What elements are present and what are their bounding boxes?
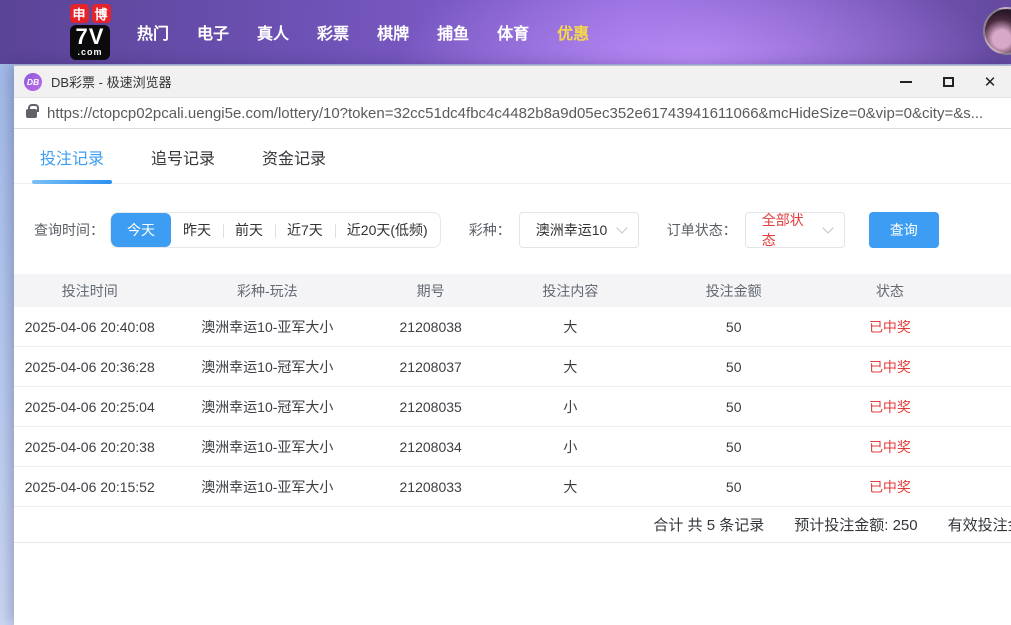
maximize-icon[interactable] — [927, 66, 969, 98]
time-option-today[interactable]: 今天 — [111, 213, 171, 247]
tab-chase-records[interactable]: 追号记录 — [151, 145, 215, 183]
site-navbar: 申 博 7V .com 热门 电子 真人 彩票 棋牌 捕鱼 体育 优惠 — [0, 0, 1011, 64]
cell-bet-time: 2025-04-06 20:25:04 — [14, 399, 166, 415]
cell-bet-content: 大 — [492, 357, 648, 377]
cell-bet-time: 2025-04-06 20:20:38 — [14, 439, 166, 455]
site-logo[interactable]: 申 博 7V .com — [57, 4, 123, 60]
time-filter-group: 今天 昨天 前天 近7天 近20天(低频) — [110, 212, 441, 248]
status-badge: 已中奖 — [819, 477, 961, 497]
logo-badge-shen: 申 — [70, 4, 89, 23]
minimize-icon[interactable] — [885, 66, 927, 98]
nav-item-live[interactable]: 真人 — [257, 20, 289, 44]
summary-row: 合计 共 5 条记录 预计投注金额: 250 有效投注金额: 250 — [14, 507, 1011, 543]
cell-lottery-play: 澳洲幸运10-亚军大小 — [166, 437, 370, 457]
lottery-filter-label: 彩种： — [469, 220, 511, 240]
time-option-last-7-days[interactable]: 近7天 — [275, 213, 335, 247]
cell-bet-amount: 50 — [648, 399, 818, 415]
time-option-day-before[interactable]: 前天 — [223, 213, 275, 247]
order-status-label: 订单状态： — [667, 220, 737, 240]
table-row: 2025-04-06 20:40:08 澳洲幸运10-亚军大小 21208038… — [14, 307, 1011, 347]
url-text[interactable]: https://ctopcp02pcali.uengi5e.com/lotter… — [47, 105, 983, 122]
order-status-select[interactable]: 全部状态 — [745, 212, 845, 248]
bet-records-table: 投注时间 彩种-玩法 期号 投注内容 投注金额 状态 2025-04-06 20… — [14, 274, 1011, 507]
time-option-last-20-days[interactable]: 近20天(低频) — [335, 213, 440, 247]
tab-fund-records[interactable]: 资金记录 — [262, 145, 326, 183]
cell-issue: 21208037 — [369, 359, 492, 375]
table-row: 2025-04-06 20:15:52 澳洲幸运10-亚军大小 21208033… — [14, 467, 1011, 507]
time-filter-label: 查询时间： — [34, 220, 104, 240]
window-title: DB彩票 - 极速浏览器 — [51, 72, 172, 91]
table-row: 2025-04-06 20:36:28 澳洲幸运10-冠军大小 21208037… — [14, 347, 1011, 387]
table-header-row: 投注时间 彩种-玩法 期号 投注内容 投注金额 状态 — [14, 274, 1011, 307]
lottery-select-value: 澳洲幸运10 — [536, 220, 608, 240]
logo-main: 7V .com — [70, 25, 111, 60]
time-option-yesterday[interactable]: 昨天 — [171, 213, 223, 247]
cell-lottery-play: 澳洲幸运10-亚军大小 — [166, 477, 370, 497]
table-row: 2025-04-06 20:25:04 澳洲幸运10-冠军大小 21208035… — [14, 387, 1011, 427]
header-bet-time: 投注时间 — [14, 281, 166, 301]
cell-bet-time: 2025-04-06 20:15:52 — [14, 479, 166, 495]
logo-com-text: .com — [76, 48, 105, 57]
nav-item-promotions[interactable]: 优惠 — [557, 20, 589, 44]
site-menu: 热门 电子 真人 彩票 棋牌 捕鱼 体育 优惠 — [137, 20, 589, 44]
close-icon[interactable]: ✕ — [969, 66, 1011, 98]
tab-bet-records[interactable]: 投注记录 — [40, 145, 104, 183]
status-badge: 已中奖 — [819, 437, 961, 457]
db-favicon-icon: DB — [24, 73, 42, 91]
nav-item-sports[interactable]: 体育 — [497, 20, 529, 44]
cell-bet-time: 2025-04-06 20:36:28 — [14, 359, 166, 375]
filter-row: 查询时间： 今天 昨天 前天 近7天 近20天(低频) 彩种： 澳洲幸运10 订… — [14, 184, 1011, 248]
cell-bet-content: 小 — [492, 397, 648, 417]
cell-lottery-play: 澳洲幸运10-亚军大小 — [166, 317, 370, 337]
lock-icon[interactable] — [26, 109, 37, 118]
summary-expected-amount: 预计投注金额: 250 — [794, 514, 917, 535]
cell-issue: 21208038 — [369, 319, 492, 335]
cell-lottery-play: 澳洲幸运10-冠军大小 — [166, 397, 370, 417]
logo-7v-text: 7V — [76, 26, 105, 48]
chevron-down-icon — [616, 222, 627, 233]
logo-badge-bo: 博 — [92, 4, 111, 23]
cell-bet-content: 大 — [492, 317, 648, 337]
record-tabs: 投注记录 追号记录 资金记录 — [14, 129, 1011, 184]
header-lottery-play: 彩种-玩法 — [166, 281, 370, 301]
header-issue: 期号 — [369, 281, 492, 301]
cell-lottery-play: 澳洲幸运10-冠军大小 — [166, 357, 370, 377]
cell-bet-content: 小 — [492, 437, 648, 457]
cell-bet-amount: 50 — [648, 319, 818, 335]
cell-issue: 21208034 — [369, 439, 492, 455]
cell-bet-amount: 50 — [648, 439, 818, 455]
logo-badges: 申 博 — [70, 4, 111, 23]
header-bet-content: 投注内容 — [492, 281, 648, 301]
cell-bet-time: 2025-04-06 20:40:08 — [14, 319, 166, 335]
summary-valid-amount: 有效投注金额: 250 — [948, 514, 1011, 535]
status-badge: 已中奖 — [819, 357, 961, 377]
summary-total-count: 合计 共 5 条记录 — [653, 514, 764, 535]
cell-issue: 21208035 — [369, 399, 492, 415]
lottery-select[interactable]: 澳洲幸运10 — [519, 212, 639, 248]
nav-item-hot[interactable]: 热门 — [137, 20, 169, 44]
user-avatar[interactable] — [983, 7, 1011, 55]
search-button[interactable]: 查询 — [869, 212, 939, 248]
table-row: 2025-04-06 20:20:38 澳洲幸运10-亚军大小 21208034… — [14, 427, 1011, 467]
window-controls: ✕ — [885, 66, 1011, 98]
chevron-down-icon — [822, 222, 833, 233]
header-bet-amount: 投注金额 — [648, 281, 818, 301]
cell-issue: 21208033 — [369, 479, 492, 495]
window-titlebar[interactable]: DB DB彩票 - 极速浏览器 ✕ — [14, 66, 1011, 98]
address-bar: https://ctopcp02pcali.uengi5e.com/lotter… — [14, 98, 1011, 129]
nav-item-fishing[interactable]: 捕鱼 — [437, 20, 469, 44]
order-status-value: 全部状态 — [762, 210, 816, 250]
cell-bet-content: 大 — [492, 477, 648, 497]
cell-bet-amount: 50 — [648, 359, 818, 375]
nav-item-lottery[interactable]: 彩票 — [317, 20, 349, 44]
browser-window: DB DB彩票 - 极速浏览器 ✕ https://ctopcp02pcali.… — [14, 65, 1011, 625]
cell-bet-amount: 50 — [648, 479, 818, 495]
nav-item-board-games[interactable]: 棋牌 — [377, 20, 409, 44]
header-status: 状态 — [819, 281, 961, 301]
status-badge: 已中奖 — [819, 397, 961, 417]
nav-item-electronic[interactable]: 电子 — [197, 20, 229, 44]
status-badge: 已中奖 — [819, 317, 961, 337]
